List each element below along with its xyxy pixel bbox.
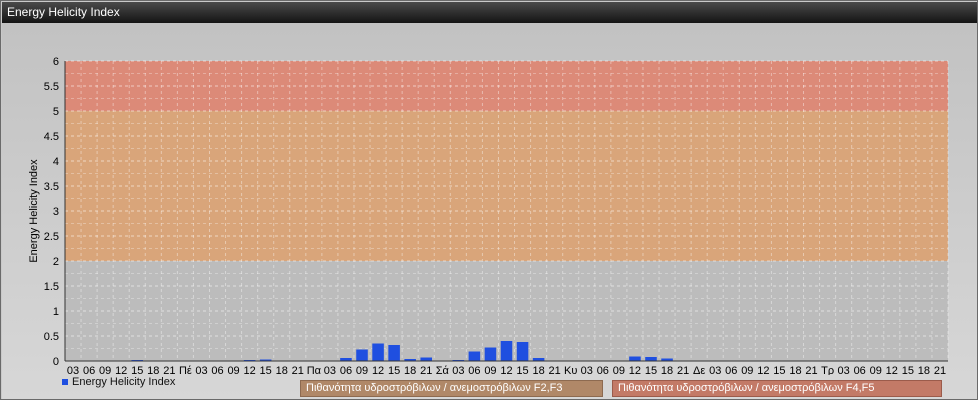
x-tick-label: 21	[549, 365, 561, 375]
band-legend-f4-f5: Πιθανότητα υδροστρόβιλων / ανεμοστρόβιλω…	[612, 380, 942, 397]
x-tick-label: 12	[372, 365, 384, 375]
x-tick-label: 03	[581, 365, 593, 375]
x-tick-label: 09	[741, 365, 753, 375]
x-tick-label: 21	[934, 365, 946, 375]
bar	[356, 349, 368, 361]
x-tick-label: 06	[468, 365, 480, 375]
x-tick-label: Κυ	[564, 365, 577, 375]
x-tick-label: 18	[147, 365, 159, 375]
x-tick-label: 12	[757, 365, 769, 375]
energy-helicity-chart: 0 0.5 1 1.5 2 2.5 3 3.5 4 4.5 5 5.5 6 03 06 09 12 15 18 21…	[28, 56, 949, 375]
x-tick-label: 15	[645, 365, 657, 375]
x-tick-label: Σά	[436, 365, 450, 375]
bar	[484, 347, 497, 361]
x-tick-label: 18	[404, 365, 416, 375]
y-axis-label: Energy Helicity Index	[28, 159, 40, 263]
x-tick-label: 15	[388, 365, 400, 375]
bar	[629, 356, 641, 361]
y-tick-label: 6	[53, 56, 59, 68]
y-tick-label: 3.5	[44, 181, 59, 193]
chart-panel: 0 0.5 1 1.5 2 2.5 3 3.5 4 4.5 5 5.5 6 03 06 09 12 15 18 21…	[2, 23, 977, 399]
x-tick-label: 12	[629, 365, 641, 375]
x-tick-label: 12	[244, 365, 256, 375]
y-tick-label: 0	[53, 356, 59, 368]
x-tick-label: 21	[420, 365, 432, 375]
x-tick-labels: 03 06 09 12 15 18 21 Πέ 03 06 09 12 15 18 21 Πα 03 06 09 12…	[67, 365, 946, 375]
series-legend: Energy Helicity Index	[62, 376, 175, 388]
x-tick-label: 03	[67, 365, 79, 375]
bar	[645, 357, 657, 361]
x-tick-label: 06	[854, 365, 866, 375]
y-tick-label: 1.5	[44, 281, 59, 293]
x-tick-label: Δε	[693, 365, 705, 375]
x-tick-label: Πέ	[179, 365, 192, 375]
bar	[516, 342, 529, 361]
x-tick-label: 21	[677, 365, 689, 375]
y-tick-label: 0.5	[44, 331, 59, 343]
band-legend-f2-f3: Πιθανότητα υδροστρόβιλων / ανεμοστρόβιλω…	[300, 380, 603, 397]
x-tick-label: 03	[838, 365, 850, 375]
x-tick-label: 09	[484, 365, 496, 375]
x-tick-label: 12	[500, 365, 512, 375]
x-tick-label: 12	[886, 365, 898, 375]
y-tick-label: 3	[53, 206, 59, 218]
x-tick-label: 21	[805, 365, 817, 375]
x-tick-label: 06	[597, 365, 609, 375]
x-tick-label: 15	[773, 365, 785, 375]
bar	[372, 343, 384, 361]
x-tick-label: 21	[163, 365, 175, 375]
x-tick-label: Τρ	[821, 365, 834, 375]
x-tick-label: 18	[918, 365, 930, 375]
bar	[468, 351, 481, 361]
x-tick-label: 06	[211, 365, 223, 375]
x-tick-label: 06	[340, 365, 352, 375]
x-tick-label: 21	[292, 365, 304, 375]
x-tick-label: 12	[115, 365, 127, 375]
x-tick-label: 09	[227, 365, 239, 375]
x-tick-label: 15	[131, 365, 143, 375]
x-tick-label: 06	[725, 365, 737, 375]
y-tick-labels: 0 0.5 1 1.5 2 2.5 3 3.5 4 4.5 5 5.5 6	[44, 56, 59, 368]
x-tick-label: 09	[356, 365, 368, 375]
x-tick-label: 03	[452, 365, 464, 375]
legend-series-label: Energy Helicity Index	[72, 376, 176, 388]
y-tick-label: 4	[53, 156, 59, 168]
x-tick-label: 18	[789, 365, 801, 375]
x-tick-label: 09	[870, 365, 882, 375]
x-tick-label: 03	[195, 365, 207, 375]
x-tick-label: 18	[532, 365, 544, 375]
y-tick-label: 4.5	[44, 131, 59, 143]
x-tick-label: 15	[902, 365, 914, 375]
x-tick-label: Πα	[307, 365, 322, 375]
window-title: Energy Helicity Index	[2, 2, 977, 23]
x-tick-label: 15	[260, 365, 272, 375]
x-tick-label: 15	[516, 365, 528, 375]
x-tick-label: 09	[99, 365, 111, 375]
bar	[500, 341, 513, 361]
y-tick-label: 1	[53, 306, 59, 318]
x-tick-label: 03	[709, 365, 721, 375]
legend-swatch	[62, 379, 68, 385]
x-tick-label: 18	[276, 365, 288, 375]
chart-window: Energy Helicity Index 0 0.5 1 1.5 2 2.5 3 3.5 4 4…	[0, 0, 978, 400]
x-tick-label: 03	[324, 365, 336, 375]
x-tick-label: 09	[613, 365, 625, 375]
x-tick-label: 06	[83, 365, 95, 375]
y-tick-label: 2.5	[44, 231, 59, 243]
bar	[388, 345, 400, 361]
y-tick-label: 2	[53, 256, 59, 268]
x-tick-label: 18	[661, 365, 673, 375]
y-tick-label: 5	[53, 106, 59, 118]
bar	[420, 357, 433, 361]
y-tick-label: 5.5	[44, 81, 59, 93]
